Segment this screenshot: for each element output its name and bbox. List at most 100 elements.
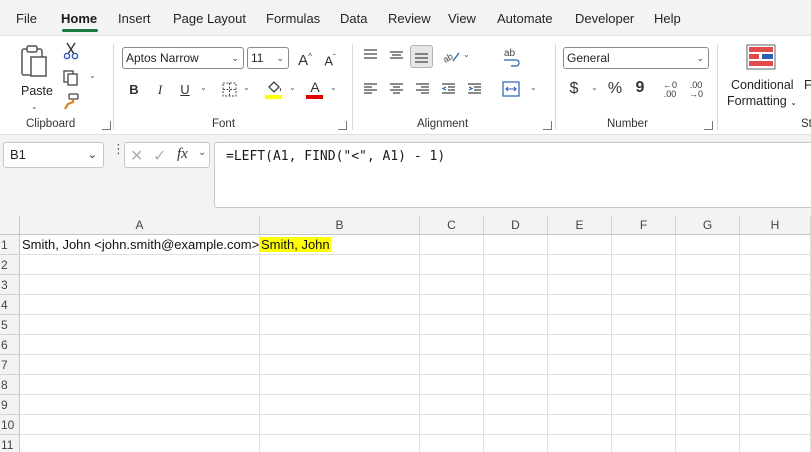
increase-font-size-button[interactable]: A^ bbox=[296, 49, 314, 69]
tab-file[interactable]: File bbox=[16, 11, 37, 26]
decrease-indent-button[interactable] bbox=[440, 82, 456, 98]
cut-button[interactable] bbox=[62, 42, 80, 60]
tab-automate[interactable]: Automate bbox=[497, 11, 553, 26]
align-center-button[interactable] bbox=[388, 82, 404, 98]
merge-center-button[interactable] bbox=[502, 81, 520, 99]
row-header-4[interactable]: 4 bbox=[0, 295, 20, 315]
italic-button[interactable]: I bbox=[153, 82, 167, 98]
row-header-3[interactable]: 3 bbox=[0, 275, 20, 295]
fill-color-button[interactable] bbox=[264, 80, 284, 100]
column-header-d[interactable]: D bbox=[484, 216, 548, 235]
column-header-h[interactable]: H bbox=[740, 216, 811, 235]
insert-function-icon[interactable]: fx bbox=[177, 146, 188, 163]
tab-developer[interactable]: Developer bbox=[575, 11, 634, 26]
percent-button[interactable]: % bbox=[606, 81, 624, 97]
column-header-f[interactable]: F bbox=[612, 216, 676, 235]
row-header-7[interactable]: 7 bbox=[0, 355, 20, 375]
decrease-font-size-button[interactable]: Aˇ bbox=[321, 50, 339, 69]
paste-button[interactable]: Paste ⌄ bbox=[14, 42, 56, 112]
row-gridline bbox=[20, 414, 811, 415]
chevron-down-icon: ⌄ bbox=[31, 102, 38, 111]
format-as-table-partial[interactable]: F bbox=[804, 78, 811, 92]
select-all-corner[interactable] bbox=[0, 216, 20, 235]
tab-view[interactable]: View bbox=[448, 11, 476, 26]
cell-a1[interactable]: Smith, John <john.smith@example.com> bbox=[22, 235, 259, 255]
chevron-down-icon[interactable]: ⌄ bbox=[591, 83, 598, 92]
tab-review[interactable]: Review bbox=[388, 11, 431, 26]
underline-button[interactable]: U bbox=[178, 82, 192, 98]
format-painter-button[interactable] bbox=[61, 93, 81, 111]
row-gridline bbox=[20, 274, 811, 275]
conditional-formatting-line2-text: Formatting bbox=[727, 94, 787, 108]
cancel-icon[interactable]: ✕ bbox=[130, 146, 143, 166]
top-align-button[interactable] bbox=[362, 48, 378, 64]
enter-icon[interactable]: ✓ bbox=[153, 146, 166, 166]
middle-align-button[interactable] bbox=[388, 48, 404, 64]
decrease-decimal-button[interactable]: .00 →0 bbox=[686, 81, 706, 99]
conditional-formatting-button[interactable]: Conditional Formatting ⌄ bbox=[725, 42, 797, 112]
group-separator bbox=[352, 44, 353, 130]
tab-data[interactable]: Data bbox=[340, 11, 367, 26]
borders-button[interactable] bbox=[221, 82, 237, 98]
styles-group-label-partial: St bbox=[801, 118, 811, 130]
chevron-down-icon: ⌄ bbox=[790, 98, 797, 107]
paste-icon bbox=[21, 45, 47, 77]
cell-b1[interactable]: Smith, John bbox=[260, 235, 419, 255]
font-name-dropdown[interactable]: Aptos Narrow ⌄ bbox=[122, 47, 244, 69]
orientation-button[interactable]: ab bbox=[441, 48, 461, 65]
increase-indent-button[interactable] bbox=[466, 82, 482, 98]
column-header-c[interactable]: C bbox=[420, 216, 484, 235]
row-header-9[interactable]: 9 bbox=[0, 395, 20, 415]
formula-input[interactable]: =LEFT(A1, FIND("<", A1) - 1) bbox=[214, 142, 811, 208]
column-gridline bbox=[675, 235, 676, 452]
align-left-button[interactable] bbox=[362, 82, 378, 98]
chevron-down-icon[interactable]: ⌄ bbox=[243, 83, 250, 92]
alignment-launcher-icon[interactable] bbox=[543, 121, 552, 130]
align-bottom-icon bbox=[415, 53, 428, 63]
bottom-align-button[interactable] bbox=[410, 45, 433, 68]
row-header-6[interactable]: 6 bbox=[0, 335, 20, 355]
column-header-a[interactable]: A bbox=[20, 216, 260, 235]
row-header-10[interactable]: 10 bbox=[0, 415, 20, 435]
number-launcher-icon[interactable] bbox=[704, 121, 713, 130]
row-header-5[interactable]: 5 bbox=[0, 315, 20, 335]
tab-home[interactable]: Home bbox=[61, 11, 97, 26]
align-right-button[interactable] bbox=[414, 82, 430, 98]
svg-text:ab: ab bbox=[441, 51, 455, 64]
currency-button[interactable]: $ bbox=[568, 81, 580, 97]
clipboard-launcher-icon[interactable] bbox=[102, 121, 111, 130]
font-color-button[interactable]: A bbox=[306, 79, 324, 99]
tab-formulas[interactable]: Formulas bbox=[266, 11, 320, 26]
chevron-down-icon[interactable]: ⌄ bbox=[330, 83, 337, 92]
row-header-11[interactable]: 11 bbox=[0, 435, 20, 452]
cell-b1-text: Smith, John bbox=[260, 237, 331, 252]
chevron-down-icon[interactable]: ⌄ bbox=[89, 71, 96, 80]
comma-style-button[interactable]: 9 bbox=[634, 80, 646, 96]
row-header-1[interactable]: 1 bbox=[0, 235, 20, 255]
number-format-dropdown[interactable]: General ⌄ bbox=[563, 47, 709, 69]
wrap-text-button[interactable]: ab bbox=[502, 46, 520, 68]
tab-page-layout[interactable]: Page Layout bbox=[173, 11, 246, 26]
copy-button[interactable] bbox=[61, 69, 81, 87]
chevron-down-icon[interactable]: ⌄ bbox=[200, 83, 207, 92]
font-launcher-icon[interactable] bbox=[338, 121, 347, 130]
row-header-8[interactable]: 8 bbox=[0, 375, 20, 395]
increase-decimal-button[interactable]: ←0 .00 bbox=[660, 81, 680, 99]
row-header-2[interactable]: 2 bbox=[0, 255, 20, 275]
column-header-e[interactable]: E bbox=[548, 216, 612, 235]
tab-help[interactable]: Help bbox=[654, 11, 681, 26]
column-header-b[interactable]: B bbox=[260, 216, 420, 235]
bold-button[interactable]: B bbox=[127, 82, 141, 98]
chevron-down-icon[interactable]: ⌄ bbox=[289, 83, 296, 92]
decrease-indent-icon bbox=[441, 83, 455, 94]
formula-controls: ✕ ✓ fx ⌄ bbox=[124, 142, 210, 168]
chevron-down-icon: ⌄ bbox=[231, 53, 239, 63]
chevron-down-icon[interactable]: ⌄ bbox=[463, 50, 470, 59]
tab-insert[interactable]: Insert bbox=[118, 11, 151, 26]
wrap-text-icon: ab bbox=[504, 48, 520, 67]
font-size-dropdown[interactable]: 11 ⌄ bbox=[247, 47, 289, 69]
chevron-down-icon[interactable]: ⌄ bbox=[530, 83, 537, 92]
name-box[interactable]: B1 ⌄ bbox=[3, 142, 104, 168]
orientation-icon: ab bbox=[441, 51, 460, 65]
column-header-g[interactable]: G bbox=[676, 216, 740, 235]
